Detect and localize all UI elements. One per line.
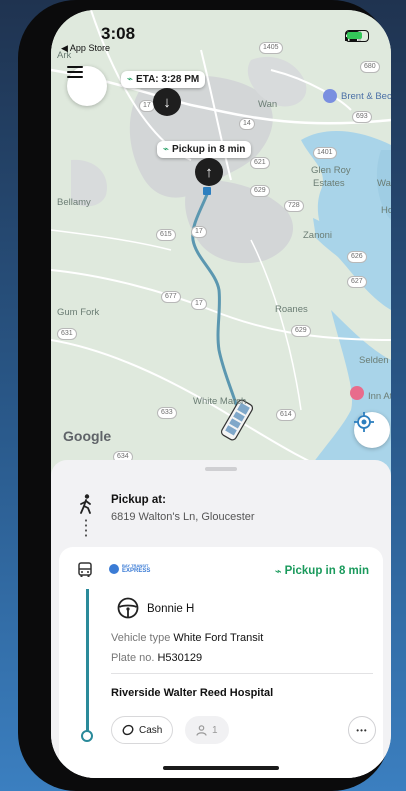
route-shield: 614 <box>276 409 296 421</box>
live-signal-icon: ⌁ <box>274 566 282 578</box>
map-place-label: Inn At W <box>368 391 391 402</box>
pickup-eta-status: ⌁ Pickup in 8 min <box>274 565 369 578</box>
destination-pin-icon[interactable]: ↓ <box>153 88 181 116</box>
route-shield: 17 <box>191 226 207 238</box>
route-shield: 633 <box>157 407 177 419</box>
more-options-button[interactable]: ••• <box>348 716 376 744</box>
pickup-title: Pickup at: <box>111 494 166 506</box>
ellipsis-icon: ••• <box>356 725 368 735</box>
route-shield: 17 <box>191 298 207 310</box>
hamburger-icon <box>67 66 83 78</box>
route-shield: 1405 <box>259 42 283 54</box>
route-shield: 626 <box>347 251 367 263</box>
vehicle-type-row: Vehicle type White Ford Transit <box>111 632 264 644</box>
map-place-label: Selden <box>359 355 389 366</box>
back-to-app-store-link[interactable]: ◀ App Store <box>61 43 110 54</box>
app-screen: Ark Wan Brent & Becky Glen Roy Estates W… <box>51 10 391 778</box>
home-indicator[interactable] <box>163 766 279 770</box>
route-shield: 693 <box>352 111 372 123</box>
shopping-poi-icon <box>323 89 337 103</box>
brand-wave-icon <box>109 564 119 574</box>
destination-name: Riverside Walter Reed Hospital <box>111 687 274 699</box>
route-shield: 627 <box>347 276 367 288</box>
crosshair-icon <box>354 412 374 432</box>
status-icons <box>345 30 369 42</box>
map-view[interactable]: Ark Wan Brent & Becky Glen Roy Estates W… <box>51 10 391 480</box>
status-time: 3:08 <box>101 24 136 43</box>
route-shield: 629 <box>250 185 270 197</box>
route-shield: 680 <box>360 61 380 73</box>
recenter-button[interactable] <box>354 412 390 448</box>
google-logo: Google <box>63 428 112 444</box>
trip-route-line <box>86 589 89 732</box>
bay-transit-express-logo: BAY TRANSIT EXPRESS <box>109 563 150 575</box>
passenger-count-chip[interactable]: 1 <box>185 716 229 744</box>
trip-details-card[interactable]: BAY TRANSIT EXPRESS ⌁ Pickup in 8 min Bo <box>59 547 383 778</box>
battery-icon <box>345 30 369 42</box>
divider <box>111 673 373 674</box>
live-signal-icon: ⌁ <box>127 74 134 85</box>
route-shield: 14 <box>239 118 255 130</box>
driver-name: Bonnie H <box>147 603 195 615</box>
route-shield: 629 <box>291 325 311 337</box>
phone-frame: Ark Wan Brent & Becky Glen Roy Estates W… <box>18 0 391 791</box>
eta-pill: ⌁ ETA: 3:28 PM <box>121 71 206 88</box>
person-icon <box>196 724 207 736</box>
map-place-label: Hock <box>381 205 391 216</box>
eta-text: ETA: 3:28 PM <box>136 74 200 85</box>
map-place-label: White Marsh <box>193 396 247 407</box>
route-shield: 615 <box>156 229 176 241</box>
pickup-pill: ⌁ Pickup in 8 min <box>157 141 252 158</box>
map-place-label: Zanoni <box>303 230 333 241</box>
pickup-pin-icon[interactable]: ↑ <box>195 158 223 186</box>
map-place-label: Bellamy <box>57 197 91 208</box>
plate-number-row: Plate no. H530129 <box>111 652 203 664</box>
hotel-poi-icon <box>350 386 364 400</box>
pickup-pill-text: Pickup in 8 min <box>172 144 246 155</box>
route-shield: 728 <box>284 200 304 212</box>
walking-person-icon <box>80 494 91 514</box>
map-place-label: Estates <box>313 178 345 189</box>
map-place-label: Glen Roy <box>311 165 351 176</box>
map-place-label: Wan <box>258 99 278 110</box>
map-place-label: Brent & Becky <box>341 91 391 102</box>
map-place-label: Ware <box>377 178 391 189</box>
steering-wheel-icon <box>117 597 139 619</box>
bus-icon <box>78 562 92 577</box>
route-shield: 1401 <box>313 147 337 159</box>
dotted-connector <box>85 518 87 538</box>
route-shield: 631 <box>57 328 77 340</box>
trip-bottom-sheet[interactable]: Pickup at: 6819 Walton's Ln, Gloucester … <box>51 460 391 778</box>
pickup-address: 6819 Walton's Ln, Gloucester <box>111 511 255 523</box>
pickup-section: Pickup at: 6819 Walton's Ln, Gloucester <box>51 478 391 538</box>
map-place-label: Roanes <box>275 304 308 315</box>
menu-button[interactable] <box>67 66 107 106</box>
live-signal-icon: ⌁ <box>163 144 170 155</box>
map-place-label: Gum Fork <box>57 307 100 318</box>
payment-cash-chip[interactable]: Cash <box>111 716 174 744</box>
route-shield: 677 <box>161 291 181 303</box>
destination-dot-icon <box>81 730 93 742</box>
cash-icon <box>122 724 134 736</box>
sheet-grabber-handle[interactable] <box>205 467 237 471</box>
route-shield: 621 <box>250 157 270 169</box>
